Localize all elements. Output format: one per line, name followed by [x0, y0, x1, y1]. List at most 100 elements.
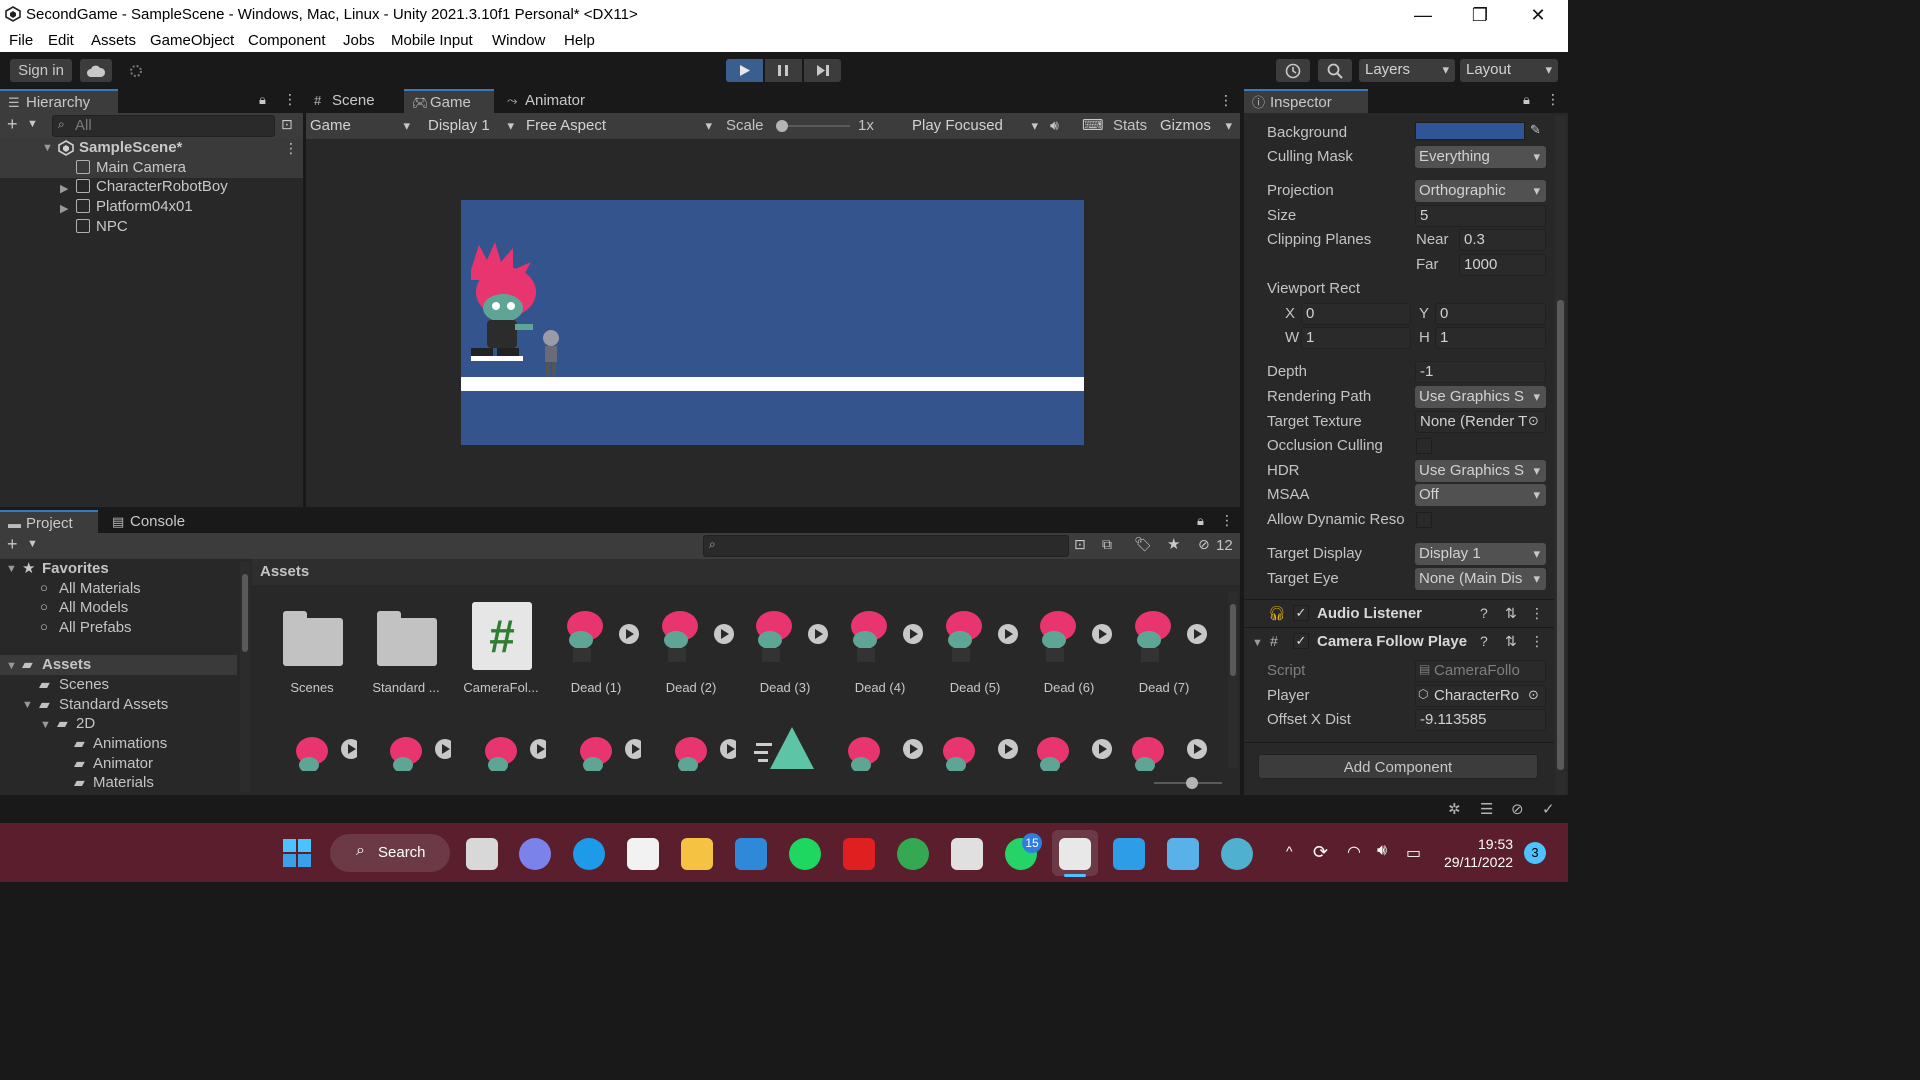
taskbar-search[interactable]: ⌕ Search [330, 834, 450, 872]
play-badge-icon[interactable] [720, 739, 736, 759]
sign-in-button[interactable]: Sign in [10, 59, 72, 82]
star-icon[interactable]: ★ [1167, 535, 1180, 553]
chevron-down-icon[interactable]: ▼ [27, 118, 38, 130]
asset-sprite-animation[interactable] [930, 715, 1020, 771]
tab-animator[interactable]: ⤳ Animator [499, 89, 599, 113]
fold-arrow-icon[interactable]: ▼ [6, 660, 17, 672]
teams-chat-icon[interactable] [519, 838, 551, 870]
hierarchy-item-platform[interactable]: Platform04x01 [76, 198, 193, 215]
asset-dead-sprite[interactable]: Dead (1) [551, 600, 641, 700]
chrome-icon[interactable] [897, 838, 929, 870]
tab-hierarchy[interactable]: ☰ Hierarchy [0, 89, 118, 113]
fold-arrow-icon[interactable]: ▼ [22, 699, 33, 711]
object-picker-icon[interactable]: ⊙ [1528, 413, 1539, 429]
play-badge-icon[interactable] [341, 739, 357, 759]
menu-window[interactable]: Window [492, 32, 545, 49]
kebab-menu-icon[interactable]: ⋮ [1546, 91, 1560, 108]
breadcrumb[interactable]: Assets [260, 563, 309, 580]
menu-assets[interactable]: Assets [91, 32, 136, 49]
hidden-eye-icon[interactable]: ⊘ [1198, 536, 1210, 553]
tree-scrollbar[interactable] [240, 562, 250, 792]
display-dropdown[interactable]: Display 1 [424, 115, 520, 137]
microsoft-store-icon[interactable] [627, 838, 659, 870]
asset-dead-sprite[interactable]: Dead (7) [1119, 600, 1209, 700]
task-view-icon[interactable] [466, 838, 498, 870]
tree-folder-scenes[interactable]: Scenes [59, 676, 109, 693]
speaker-icon[interactable]: 🔊︎ [1050, 117, 1059, 134]
asset-animator-controller[interactable] [740, 715, 830, 771]
game-viewport[interactable] [461, 200, 1084, 445]
offset-x-dist-field[interactable]: -9.113585 [1415, 709, 1546, 731]
asset-sprite-animation[interactable] [551, 715, 641, 771]
unity-hub-icon[interactable] [951, 838, 983, 870]
scale-slider-track[interactable] [780, 125, 850, 127]
favorite-all-models[interactable]: All Models [59, 599, 128, 616]
far-field[interactable]: 1000 [1459, 254, 1546, 276]
project-search-input[interactable] [703, 535, 1069, 557]
menu-gameobject[interactable]: GameObject [150, 32, 234, 49]
layout-dropdown[interactable]: Layout [1460, 59, 1558, 82]
edge-browser-icon[interactable] [573, 838, 605, 870]
depth-field[interactable]: -1 [1415, 361, 1546, 383]
file-explorer-icon[interactable] [681, 838, 713, 870]
viewport-w-field[interactable]: 1 [1301, 327, 1411, 349]
target-texture-field[interactable]: None (Render T [1415, 411, 1546, 433]
asset-camera-follow-script[interactable]: # CameraFol... [456, 600, 546, 700]
camera-follow-enabled-checkbox[interactable]: ✓ [1293, 633, 1309, 649]
asset-dead-sprite[interactable]: Dead (5) [930, 600, 1020, 700]
play-badge-icon[interactable] [619, 624, 639, 644]
notification-count[interactable]: 3 [1524, 842, 1546, 864]
chevron-up-icon[interactable]: ^ [1286, 843, 1293, 859]
battery-icon[interactable]: ▭ [1406, 843, 1421, 863]
tab-scene[interactable]: # Scene [306, 89, 401, 113]
eyedropper-icon[interactable]: ✎ [1530, 122, 1541, 138]
viewport-h-field[interactable]: 1 [1435, 327, 1546, 349]
culling-mask-dropdown[interactable]: Everything [1415, 146, 1546, 168]
scale-slider-handle[interactable] [776, 120, 788, 132]
play-button[interactable] [726, 59, 763, 82]
help-icon[interactable]: ? [1480, 605, 1488, 621]
tab-project[interactable]: ▬ Project [0, 510, 98, 534]
help-icon[interactable]: ? [1480, 633, 1488, 649]
chevron-down-icon[interactable]: ▼ [27, 538, 38, 550]
rendering-path-dropdown[interactable]: Use Graphics S [1415, 386, 1546, 408]
lock-icon[interactable]: 🔒︎ [1197, 513, 1204, 529]
play-badge-icon[interactable] [903, 624, 923, 644]
stats-button[interactable]: Stats [1113, 117, 1147, 134]
asset-sprite-animation[interactable] [835, 715, 925, 771]
menu-file[interactable]: File [9, 32, 33, 49]
lock-icon[interactable]: 🔒︎ [259, 92, 266, 108]
search-scope-icon[interactable]: ⊡ [281, 116, 293, 133]
fold-arrow-icon[interactable]: ▼ [42, 142, 53, 154]
unity-editor-icon[interactable] [1059, 838, 1091, 870]
hierarchy-item-character-robot-boy[interactable]: CharacterRobotBoy [76, 178, 228, 195]
scrollbar-thumb[interactable] [1557, 300, 1564, 770]
assets-row[interactable] [0, 655, 237, 675]
play-badge-icon[interactable] [903, 739, 923, 759]
mail-icon[interactable] [735, 838, 767, 870]
preset-icon[interactable]: ⇅ [1505, 633, 1517, 650]
tree-folder-materials[interactable]: Materials [93, 774, 154, 791]
keyboard-icon[interactable]: ⌨ [1082, 116, 1104, 134]
scene-kebab-icon[interactable]: ⋮ [284, 140, 298, 157]
kebab-menu-icon[interactable]: ⋮ [1220, 512, 1234, 529]
projection-dropdown[interactable]: Orthographic [1415, 180, 1546, 202]
play-badge-icon[interactable] [1092, 624, 1112, 644]
pause-button[interactable] [765, 59, 802, 82]
tree-folder-standard-assets[interactable]: Standard Assets [59, 696, 168, 713]
game-mode-dropdown[interactable]: Game [306, 115, 416, 137]
favorites-label[interactable]: Favorites [42, 560, 109, 577]
viewport-x-field[interactable]: 0 [1301, 303, 1411, 325]
viewport-y-field[interactable]: 0 [1435, 303, 1546, 325]
kebab-menu-icon[interactable]: ⋮ [1219, 92, 1233, 109]
tree-folder-animator[interactable]: Animator [93, 755, 153, 772]
paint-icon[interactable] [1221, 838, 1253, 870]
tab-console[interactable]: ▤ Console [104, 510, 204, 534]
kebab-menu-icon[interactable]: ⋮ [1530, 605, 1544, 622]
lock-icon[interactable]: 🔒︎ [1523, 92, 1530, 108]
layers-dropdown[interactable]: Layers [1359, 59, 1455, 82]
tab-game[interactable]: 🎮︎ Game [404, 89, 494, 113]
close-button[interactable]: ✕ [1518, 2, 1558, 28]
asset-sprite-animation[interactable] [1024, 715, 1114, 771]
play-badge-icon[interactable] [435, 739, 451, 759]
